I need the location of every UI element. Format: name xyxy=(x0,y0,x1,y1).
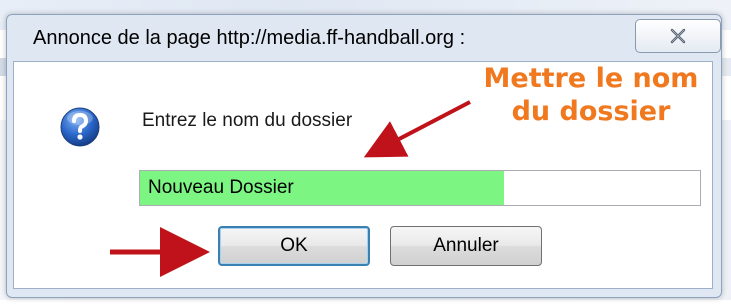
prompt-label: Entrez le nom du dossier xyxy=(142,110,353,131)
folder-name-input[interactable] xyxy=(139,170,701,206)
annotation-callout: Mettre le nom du dossier xyxy=(476,62,706,128)
prompt-dialog: Annonce de la page http://media.ff-handb… xyxy=(6,14,722,298)
ok-button[interactable]: OK xyxy=(218,226,370,266)
dialog-title: Annonce de la page http://media.ff-handb… xyxy=(33,27,466,49)
close-icon xyxy=(670,28,686,44)
question-icon xyxy=(60,107,100,147)
dialog-title-bar[interactable]: Annonce de la page http://media.ff-handb… xyxy=(7,15,721,55)
annotation-line: du dossier xyxy=(511,96,671,127)
cancel-button[interactable]: Annuler xyxy=(390,226,542,266)
close-button[interactable] xyxy=(635,19,721,53)
annotation-line: Mettre le nom xyxy=(483,63,699,94)
